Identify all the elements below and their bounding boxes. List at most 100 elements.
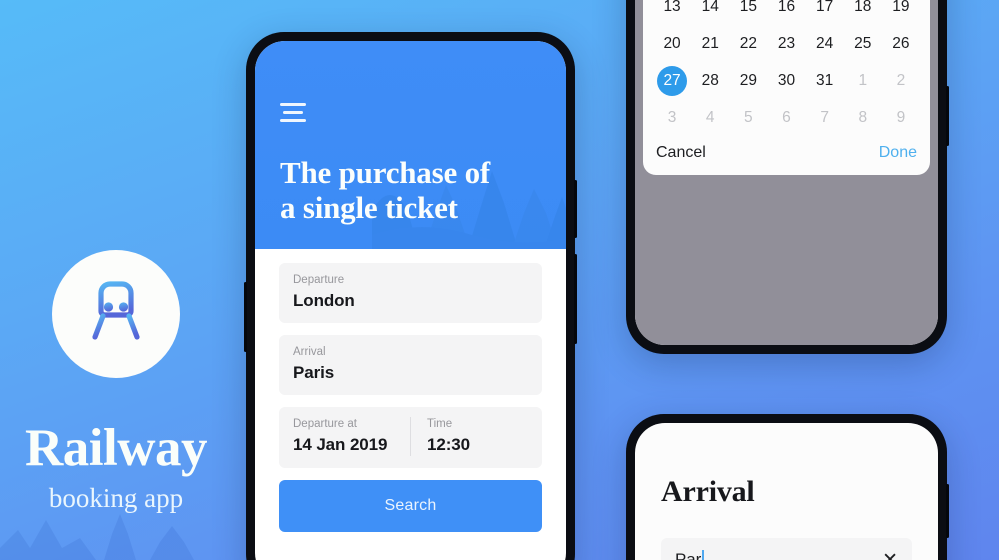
departure-field[interactable]: Departure London — [279, 263, 542, 324]
calendar-day-label: 7 — [820, 108, 829, 126]
calendar-day-label: 31 — [816, 71, 834, 89]
calendar-day-23[interactable]: 23 — [767, 28, 805, 59]
calendar-day-4[interactable]: 4 — [691, 102, 729, 133]
calendar-day-label: 30 — [777, 71, 796, 89]
volume-button-left[interactable] — [244, 282, 247, 352]
arrival-search-input[interactable]: Par ✕ — [661, 538, 912, 560]
calendar-day-label: 19 — [892, 0, 910, 15]
done-button[interactable]: Done — [879, 144, 917, 162]
calendar-day-label: 23 — [777, 34, 796, 52]
date-picker-phone-device: 13 14 15 16 17 18 19 20 21 22 23 24 25 26 27 28 29 30 31 1 2… — [626, 0, 949, 354]
arrival-phone-device: Arrival Par ✕ — [626, 414, 949, 560]
logo-badge — [52, 250, 180, 378]
calendar-day-24[interactable]: 24 — [806, 28, 844, 59]
calendar-day-26[interactable]: 26 — [882, 28, 920, 59]
hero-title-line-1: The purchase of — [280, 154, 491, 190]
departure-time-value: 12:30 — [427, 435, 470, 455]
calendar-day-label: 1 — [858, 71, 868, 89]
main-phone-screen: The purchase of a single ticket Departur… — [255, 41, 566, 560]
calendar-day-label: 14 — [701, 0, 719, 15]
calendar-day-label: 6 — [782, 108, 791, 126]
calendar-day-21[interactable]: 21 — [691, 28, 729, 59]
calendar-day-16[interactable]: 16 — [767, 0, 805, 22]
calendar-day-label: 25 — [854, 34, 872, 52]
calendar-day-27[interactable]: 27 — [653, 65, 691, 96]
calendar-day-7[interactable]: 7 — [806, 102, 844, 133]
calendar-day-label: 17 — [816, 0, 834, 15]
brand-title: Railway — [25, 419, 208, 477]
departure-label: Departure — [293, 274, 345, 286]
close-x-icon[interactable]: ✕ — [882, 551, 898, 560]
calendar-day-30[interactable]: 30 — [767, 65, 805, 96]
calendar-day-5[interactable]: 5 — [729, 102, 767, 133]
calendar-day-label: 3 — [667, 108, 677, 126]
calendar-day-label: 28 — [701, 71, 719, 89]
calendar-grid: 13 14 15 16 17 18 19 20 21 22 23 24 25 26 27 28 29 30 31 1 2… — [653, 0, 920, 133]
calendar-day-18[interactable]: 18 — [844, 0, 882, 22]
calendar-day-15[interactable]: 15 — [729, 0, 767, 22]
calendar-day-17[interactable]: 17 — [806, 0, 844, 22]
calendar-day-label: 2 — [896, 71, 906, 89]
power-button-date-phone[interactable] — [946, 86, 949, 146]
brand-subtitle: booking app — [48, 483, 184, 513]
calendar-day-label: 26 — [892, 34, 910, 52]
departure-time-label: Time — [427, 418, 453, 431]
calendar-day-19[interactable]: 19 — [882, 0, 920, 22]
hamburger-menu-icon[interactable] — [280, 103, 306, 122]
calendar-day-label: 22 — [739, 34, 757, 52]
calendar-day-31[interactable]: 31 — [806, 65, 844, 96]
calendar-day-3[interactable]: 3 — [653, 102, 691, 133]
booking-form: Departure London Arrival Paris Departure… — [255, 249, 566, 532]
hero-header: The purchase of a single ticket — [255, 41, 566, 249]
calendar-day-2[interactable]: 2 — [882, 65, 920, 96]
departure-time-field[interactable]: Time 12:30 — [410, 417, 528, 456]
calendar-day-9[interactable]: 9 — [882, 102, 920, 133]
calendar-day-label: 27 — [663, 71, 681, 89]
calendar-day-29[interactable]: 29 — [729, 65, 767, 96]
departure-date-field[interactable]: Departure at 14 Jan 2019 — [293, 417, 410, 455]
search-button[interactable]: Search — [279, 479, 542, 532]
calendar-day-20[interactable]: 20 — [653, 28, 691, 59]
poster-canvas: Railway booking app The purchase of a si… — [0, 0, 999, 560]
arrival-search-page: Arrival Par ✕ — [635, 423, 938, 560]
calendar-day-label: 20 — [663, 34, 681, 52]
calendar-day-25[interactable]: 25 — [844, 28, 882, 59]
calendar-day-label: 5 — [744, 108, 753, 126]
calendar-day-label: 15 — [739, 0, 757, 15]
cancel-button[interactable]: Cancel — [656, 144, 706, 162]
arrival-value: Paris — [293, 363, 335, 383]
calendar-day-label: 4 — [705, 108, 715, 126]
text-caret — [702, 550, 705, 560]
date-picker-actions: Cancel Done — [653, 135, 920, 175]
power-button-arrival-phone[interactable] — [946, 484, 949, 538]
calendar-day-22[interactable]: 22 — [729, 28, 767, 59]
calendar-day-28[interactable]: 28 — [691, 65, 729, 96]
brand-block: Railway booking app — [0, 250, 232, 512]
calendar-day-label: 21 — [701, 34, 719, 52]
arrival-search-value: Par — [675, 550, 702, 560]
calendar-day-label: 8 — [858, 108, 868, 126]
calendar-day-label: 29 — [739, 71, 757, 89]
datetime-field-group: Departure at 14 Jan 2019 Time 12:30 — [279, 407, 542, 468]
main-phone-device: The purchase of a single ticket Departur… — [244, 32, 577, 560]
hero-title-line-2: a single ticket — [280, 189, 458, 225]
calendar-day-8[interactable]: 8 — [844, 102, 882, 133]
power-button-right[interactable] — [574, 180, 577, 238]
date-picker-phone-screen: 13 14 15 16 17 18 19 20 21 22 23 24 25 26 27 28 29 30 31 1 2… — [635, 0, 938, 345]
calendar-day-14[interactable]: 14 — [691, 0, 729, 22]
calendar-day-label: 18 — [854, 0, 872, 15]
calendar-day-1[interactable]: 1 — [844, 65, 882, 96]
calendar-day-13[interactable]: 13 — [653, 0, 691, 22]
calendar-day-label: 9 — [896, 108, 906, 126]
arrival-page-title: Arrival — [661, 475, 755, 508]
arrival-label: Arrival — [293, 346, 326, 359]
arrival-field[interactable]: Arrival Paris — [279, 335, 542, 396]
calendar-day-label: 13 — [663, 0, 681, 15]
calendar-day-label: 24 — [816, 34, 834, 52]
departure-value: London — [293, 290, 355, 310]
calendar-day-6[interactable]: 6 — [767, 102, 805, 133]
hero-title: The purchase of a single ticket — [280, 155, 490, 225]
train-icon — [92, 281, 140, 340]
date-picker-card: 13 14 15 16 17 18 19 20 21 22 23 24 25 26 27 28 29 30 31 1 2… — [643, 0, 930, 175]
volume-button-right[interactable] — [574, 254, 577, 344]
